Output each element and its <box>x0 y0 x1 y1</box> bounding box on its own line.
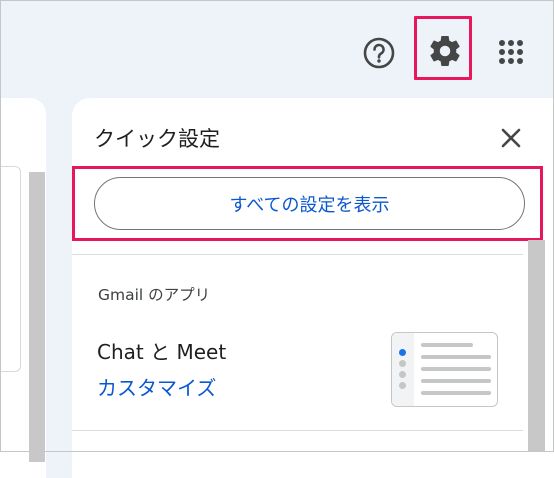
thumbnail-line <box>421 367 491 371</box>
see-all-settings-highlight-box <box>72 166 543 241</box>
chat-meet-layout-thumbnail[interactable] <box>391 332 498 407</box>
thumbnail-line <box>421 355 491 359</box>
thumbnail-dot <box>399 371 406 378</box>
quick-settings-scrollbar[interactable] <box>528 240 545 452</box>
thumbnail-dot-active <box>399 349 406 356</box>
chat-meet-label: Chat と Meet <box>97 340 227 364</box>
help-icon[interactable] <box>362 36 396 70</box>
quick-settings-title: クイック設定 <box>94 127 220 151</box>
thumbnail-line <box>421 343 473 347</box>
section-title-gmail-apps: Gmail のアプリ <box>98 286 211 304</box>
thumbnail-dot <box>399 382 406 389</box>
thumbnail-rail <box>392 333 414 406</box>
customize-link[interactable]: カスタマイズ <box>97 372 216 401</box>
thumbnail-line <box>421 379 491 383</box>
section-divider <box>72 430 523 431</box>
close-icon[interactable] <box>497 124 525 152</box>
thumbnail-line <box>421 391 491 395</box>
settings-highlight-box <box>414 16 472 80</box>
section-divider <box>72 254 523 255</box>
thumbnail-dot <box>399 360 406 367</box>
mail-list-inner-box <box>0 166 21 372</box>
mail-list-scrollbar[interactable] <box>29 172 45 462</box>
apps-grid-icon[interactable] <box>496 37 526 67</box>
